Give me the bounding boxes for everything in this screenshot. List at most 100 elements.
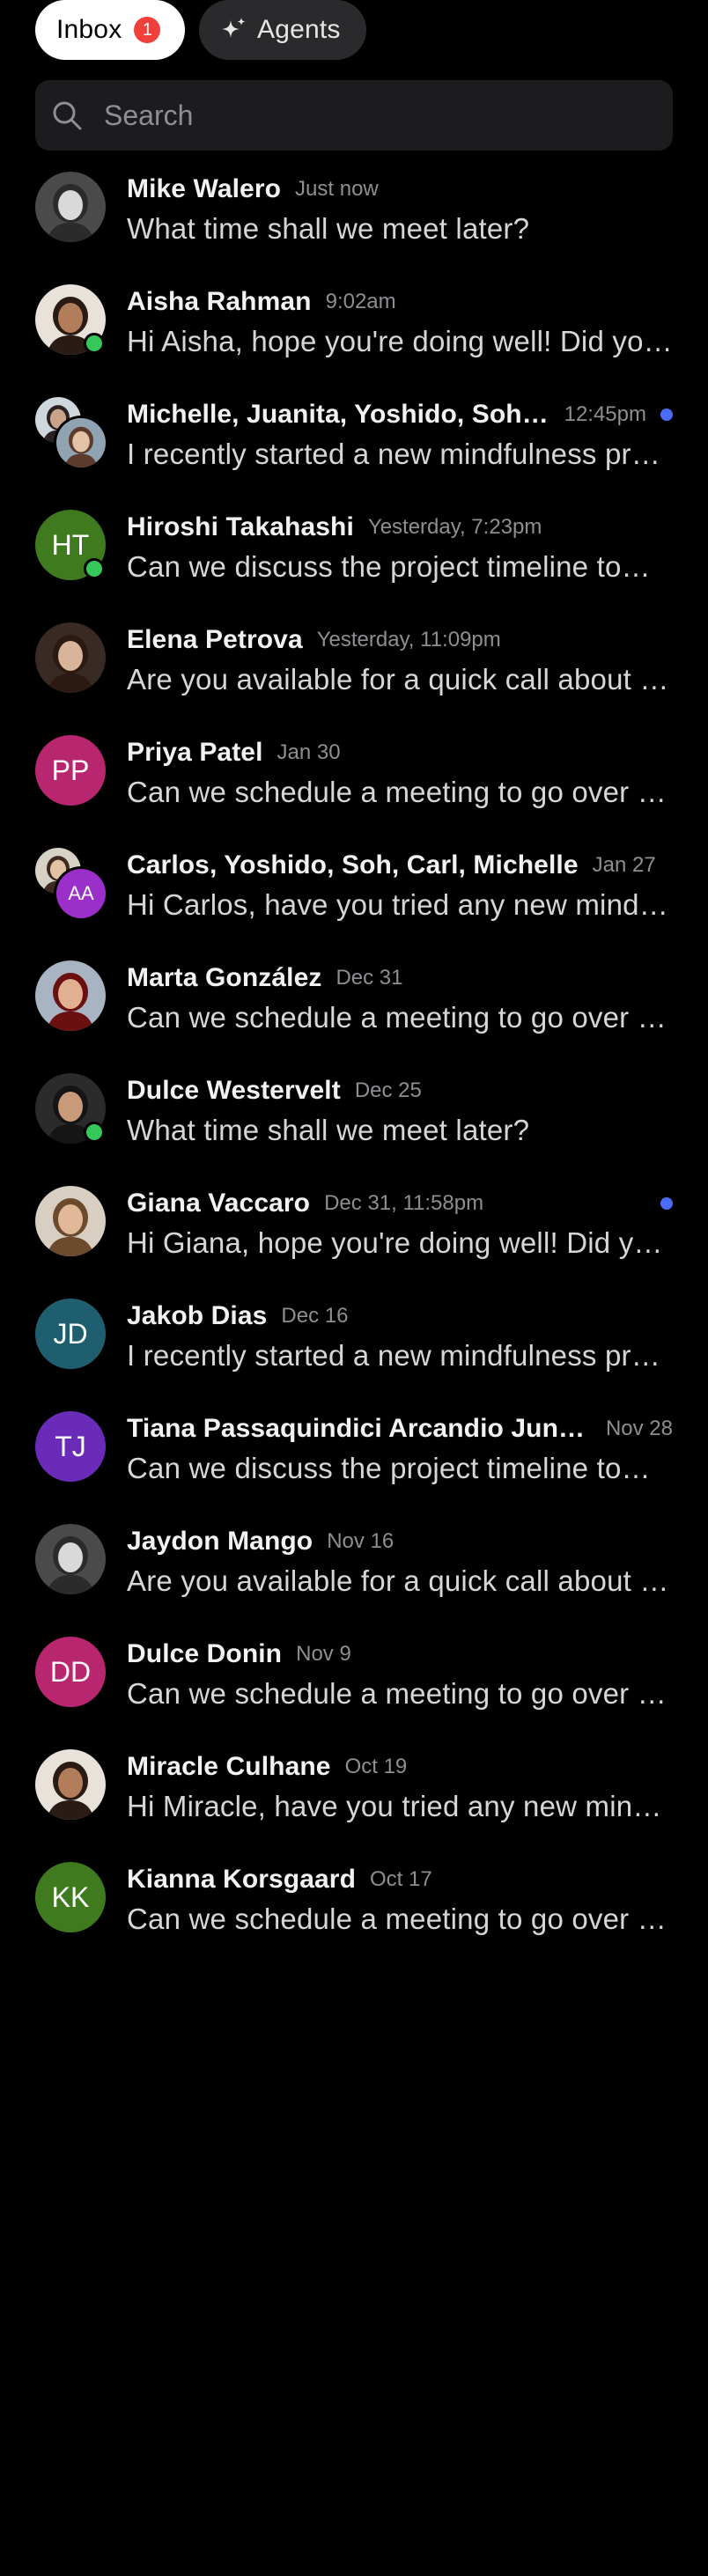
tab-agents[interactable]: Agents xyxy=(199,0,366,60)
conversation-item[interactable]: HT Hiroshi Takahashi Yesterday, 7:23pm Can … xyxy=(35,510,673,622)
conversation-header: Jakob Dias Dec 16 xyxy=(127,1299,673,1334)
avatar xyxy=(35,1186,106,1256)
message-timestamp: Just now xyxy=(295,177,379,201)
conversation-list: Mike Walero Just now What time shall we me… xyxy=(35,172,673,1975)
conversation-item[interactable]: Mike Walero Just now What time shall we me… xyxy=(35,172,673,284)
contact-name: Jakob Dias xyxy=(127,1301,268,1330)
contact-name: Miracle Culhane xyxy=(127,1752,331,1781)
message-preview: Are you available for a quick call about… xyxy=(127,1564,673,1597)
conversation-content: Jaydon Mango Nov 16 Are you available for … xyxy=(127,1524,673,1600)
conversation-item[interactable]: TJ Tiana Passaquindici Arcandio Junior Nov… xyxy=(35,1411,673,1524)
contact-name: Giana Vaccaro xyxy=(127,1189,311,1218)
conversation-header: Tiana Passaquindici Arcandio Junior Nov 2… xyxy=(127,1411,673,1446)
conversation-header: Aisha Rahman 9:02am xyxy=(127,284,673,320)
conversation-content: Elena Petrova Yesterday, 11:09pm Are you a… xyxy=(127,622,673,698)
message-preview: Hi Miracle, have you tried any new mindf… xyxy=(127,1790,673,1822)
avatar-container: TJ xyxy=(35,1411,106,1482)
conversation-item[interactable]: Giana Vaccaro Dec 31, 11:58pm Hi Giana, ho… xyxy=(35,1186,673,1299)
conversation-item[interactable]: Miracle Culhane Oct 19 Hi Miracle, have yo… xyxy=(35,1749,673,1862)
conversation-header: Michelle, Juanita, Yoshido, Soh, Carl 12:… xyxy=(127,397,673,432)
group-avatar-front xyxy=(56,418,106,467)
message-timestamp: Jan 27 xyxy=(592,853,656,877)
contact-name: Hiroshi Takahashi xyxy=(127,512,354,541)
conversation-header: Giana Vaccaro Dec 31, 11:58pm xyxy=(127,1186,673,1221)
message-timestamp: 9:02am xyxy=(325,290,396,313)
avatar-initials: TJ xyxy=(35,1411,106,1482)
contact-name: Dulce Westervelt xyxy=(127,1076,341,1105)
message-timestamp: Oct 19 xyxy=(344,1755,408,1778)
message-preview: Can we schedule a meeting to go over the… xyxy=(127,1677,673,1710)
avatar xyxy=(35,622,106,693)
message-preview: Hi Giana, hope you're doing well! Did yo… xyxy=(127,1226,673,1259)
message-timestamp: Yesterday, 11:09pm xyxy=(316,628,501,651)
contact-name: Priya Patel xyxy=(127,738,263,767)
conversation-header: Elena Petrova Yesterday, 11:09pm xyxy=(127,622,673,658)
conversation-item[interactable]: PP Priya Patel Jan 30 Can we schedule a mee… xyxy=(35,735,673,848)
conversation-item[interactable]: Michelle, Juanita, Yoshido, Soh, Carl 12:… xyxy=(35,397,673,510)
avatar xyxy=(35,1749,106,1820)
message-timestamp: Jan 30 xyxy=(277,740,341,764)
message-preview: I recently started a new mindfulness pra… xyxy=(127,438,673,470)
avatar-container xyxy=(35,960,106,1031)
conversation-content: Dulce Westervelt Dec 25 What time shall we… xyxy=(127,1073,673,1149)
conversation-header: Carlos, Yoshido, Soh, Carl, Michelle Jan … xyxy=(127,848,673,883)
conversation-item[interactable]: Jaydon Mango Nov 16 Are you available for … xyxy=(35,1524,673,1637)
tab-inbox[interactable]: Inbox 1 xyxy=(35,0,185,60)
conversation-header: Marta González Dec 31 xyxy=(127,960,673,996)
conversation-item[interactable]: DD Dulce Donin Nov 9 Can we schedule a meet… xyxy=(35,1637,673,1749)
message-preview: Can we discuss the project timeline tomo… xyxy=(127,550,673,583)
message-preview: Can we discuss the project timeline tomo… xyxy=(127,1452,673,1484)
online-status-dot xyxy=(86,1124,102,1140)
contact-name: Elena Petrova xyxy=(127,625,303,654)
contact-name: Michelle, Juanita, Yoshido, Soh, Carl xyxy=(127,400,550,429)
conversation-header: Dulce Donin Nov 9 xyxy=(127,1637,673,1672)
unread-dot xyxy=(660,1197,673,1210)
message-timestamp: Nov 28 xyxy=(605,1417,673,1440)
avatar-container xyxy=(35,1186,106,1256)
contact-name: Aisha Rahman xyxy=(127,287,312,316)
group-avatar-initials: AA xyxy=(56,869,106,918)
search-icon xyxy=(49,98,85,133)
avatar-container xyxy=(35,622,106,693)
avatar-initials: DD xyxy=(35,1637,106,1707)
sparkle-icon xyxy=(218,15,248,45)
conversation-header: Miracle Culhane Oct 19 xyxy=(127,1749,673,1785)
conversation-content: Kianna Korsgaard Oct 17 Can we schedule a … xyxy=(127,1862,673,1938)
message-timestamp: Dec 25 xyxy=(354,1078,422,1102)
contact-name: Tiana Passaquindici Arcandio Junior xyxy=(127,1414,592,1443)
contact-name: Carlos, Yoshido, Soh, Carl, Michelle xyxy=(127,850,579,880)
message-preview: Can we schedule a meeting to go over the… xyxy=(127,1001,673,1034)
avatar-container: AA xyxy=(35,848,106,918)
contact-name: Jaydon Mango xyxy=(127,1527,313,1556)
avatar-container: PP xyxy=(35,735,106,806)
avatar-container: JD xyxy=(35,1299,106,1369)
avatar-container xyxy=(35,284,106,355)
message-preview: Hi Carlos, have you tried any new mindfu… xyxy=(127,888,673,921)
avatar xyxy=(35,1524,106,1594)
conversation-item[interactable]: Dulce Westervelt Dec 25 What time shall we… xyxy=(35,1073,673,1186)
conversation-content: Hiroshi Takahashi Yesterday, 7:23pm Can we… xyxy=(127,510,673,585)
conversation-item[interactable]: JD Jakob Dias Dec 16 I recently started a n… xyxy=(35,1299,673,1411)
conversation-content: Priya Patel Jan 30 Can we schedule a meeti… xyxy=(127,735,673,811)
message-timestamp: Oct 17 xyxy=(370,1867,432,1891)
message-timestamp: Nov 9 xyxy=(296,1642,351,1666)
conversation-item[interactable]: Aisha Rahman 9:02am Hi Aisha, hope you're … xyxy=(35,284,673,397)
search-input[interactable] xyxy=(102,88,673,143)
online-status-dot xyxy=(86,561,102,577)
message-preview: Can we schedule a meeting to go over the… xyxy=(127,1903,673,1935)
avatar-container: KK xyxy=(35,1862,106,1932)
message-timestamp: Nov 16 xyxy=(327,1529,395,1553)
conversation-item[interactable]: KK Kianna Korsgaard Oct 17 Can we schedule … xyxy=(35,1862,673,1975)
avatar-initials: KK xyxy=(35,1862,106,1932)
conversation-item[interactable]: Marta González Dec 31 Can we schedule a me… xyxy=(35,960,673,1073)
conversation-item[interactable]: Elena Petrova Yesterday, 11:09pm Are you a… xyxy=(35,622,673,735)
conversation-content: Giana Vaccaro Dec 31, 11:58pm Hi Giana, ho… xyxy=(127,1186,673,1262)
conversation-item[interactable]: AA Carlos, Yoshido, Soh, Carl, Michelle Ja… xyxy=(35,848,673,960)
message-timestamp: Dec 31 xyxy=(336,966,403,990)
conversation-header: Hiroshi Takahashi Yesterday, 7:23pm xyxy=(127,510,673,545)
conversation-content: Aisha Rahman 9:02am Hi Aisha, hope you're … xyxy=(127,284,673,360)
online-status-dot xyxy=(86,335,102,351)
avatar-initials: PP xyxy=(35,735,106,806)
conversation-content: Marta González Dec 31 Can we schedule a me… xyxy=(127,960,673,1036)
avatar-container xyxy=(35,1073,106,1144)
